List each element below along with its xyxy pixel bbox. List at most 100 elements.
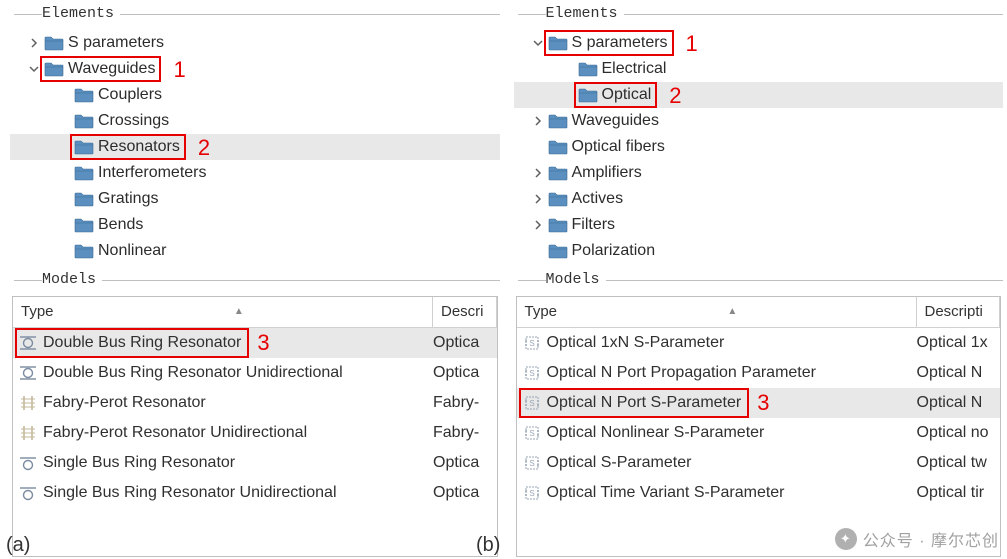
column-description[interactable]: Descripti: [917, 297, 1001, 327]
expander-placeholder: [56, 165, 72, 181]
ring-double-icon: [17, 362, 39, 384]
table-row[interactable]: Single Bus Ring ResonatorOptica: [13, 448, 497, 478]
ring-single-icon: [17, 482, 39, 504]
sort-indicator-icon: ▲: [234, 297, 244, 327]
table-row[interactable]: Double Bus Ring ResonatorOptica: [13, 328, 497, 358]
tree-item-label: Polarization: [570, 238, 656, 264]
row-type-label: Single Bus Ring Resonator Unidirectional: [43, 478, 337, 508]
tree-item-label: Waveguides: [66, 56, 155, 82]
folder-icon: [548, 242, 570, 260]
folder-icon: [578, 60, 600, 78]
tree-item[interactable]: Filters: [514, 212, 1004, 238]
tree-item-label: Crossings: [96, 108, 169, 134]
models-section: Type ▲ Descri Double Bus Ring ResonatorO…: [4, 292, 500, 559]
expander-closed-icon[interactable]: [530, 217, 546, 233]
tree-item-label: Filters: [570, 212, 616, 238]
tree-item[interactable]: Electrical: [514, 56, 1004, 82]
tree-item[interactable]: S parameters: [10, 30, 500, 56]
table-row[interactable]: S Optical 1xN S-ParameterOptical 1x: [517, 328, 1001, 358]
tree-item[interactable]: Optical: [514, 82, 1004, 108]
tree-item[interactable]: Nonlinear: [10, 238, 500, 264]
expander-closed-icon[interactable]: [530, 165, 546, 181]
expander-placeholder: [56, 87, 72, 103]
table-row[interactable]: S Optical Time Variant S-Parameter Optica…: [517, 478, 1001, 508]
elements-section-header: Elements: [508, 4, 1004, 24]
tree-item[interactable]: Couplers: [10, 82, 500, 108]
row-desc-label: Optical N: [917, 358, 1001, 388]
folder-icon: [578, 86, 600, 104]
row-type-label: Optical Time Variant S-Parameter: [547, 478, 785, 508]
row-desc-label: Optica: [433, 448, 497, 478]
column-type[interactable]: Type ▲: [13, 297, 433, 327]
elements-tree[interactable]: S parameters Waveguides Couplers Crossin…: [4, 24, 500, 270]
sparam-icon: S: [521, 452, 543, 474]
models-table-body[interactable]: S Optical 1xN S-ParameterOptical 1x S Op…: [517, 328, 1001, 556]
expander-closed-icon[interactable]: [26, 35, 42, 51]
table-row[interactable]: Fabry-Perot ResonatorFabry-: [13, 388, 497, 418]
expander-placeholder: [560, 61, 576, 77]
tree-item-label: Actives: [570, 186, 624, 212]
expander-open-icon[interactable]: [530, 35, 546, 51]
expander-placeholder: [56, 243, 72, 259]
svg-text:S: S: [529, 459, 534, 468]
tree-item-label: Optical fibers: [570, 134, 665, 160]
tree-item[interactable]: Crossings: [10, 108, 500, 134]
table-row[interactable]: S Optical N Port S-ParameterOptical N: [517, 388, 1001, 418]
tree-item[interactable]: Actives: [514, 186, 1004, 212]
expander-open-icon[interactable]: [26, 61, 42, 77]
tree-item[interactable]: Waveguides: [514, 108, 1004, 134]
tree-item-label: Waveguides: [570, 108, 659, 134]
folder-icon: [44, 60, 66, 78]
sparam-icon: S: [521, 482, 543, 504]
tree-item[interactable]: Optical fibers: [514, 134, 1004, 160]
folder-icon: [74, 216, 96, 234]
tree-item-label: Nonlinear: [96, 238, 166, 264]
figure-label-b: (b): [476, 534, 500, 557]
folder-icon: [548, 112, 570, 130]
tree-item-label: Resonators: [96, 134, 180, 160]
tree-item[interactable]: Amplifiers: [514, 160, 1004, 186]
row-type-label: Optical Nonlinear S-Parameter: [547, 418, 765, 448]
table-row[interactable]: S Optical N Port Propagation ParameterOp…: [517, 358, 1001, 388]
tree-item-label: Bends: [96, 212, 143, 238]
svg-text:S: S: [529, 339, 534, 348]
tree-item[interactable]: Waveguides: [10, 56, 500, 82]
tree-item[interactable]: Bends: [10, 212, 500, 238]
folder-icon: [74, 112, 96, 130]
sparam-icon: S: [521, 422, 543, 444]
expander-closed-icon[interactable]: [530, 191, 546, 207]
row-desc-label: Optica: [433, 358, 497, 388]
table-row[interactable]: Single Bus Ring Resonator Unidirectional…: [13, 478, 497, 508]
wechat-icon: ✦: [835, 528, 857, 550]
tree-item-label: Electrical: [600, 56, 667, 82]
row-desc-label: Optica: [433, 478, 497, 508]
tree-item-label: Gratings: [96, 186, 158, 212]
row-type-label: Double Bus Ring Resonator Unidirectional: [43, 358, 343, 388]
table-row[interactable]: Fabry-Perot Resonator UnidirectionalFabr…: [13, 418, 497, 448]
models-table-body[interactable]: Double Bus Ring ResonatorOptica Double B…: [13, 328, 497, 556]
tree-item[interactable]: Gratings: [10, 186, 500, 212]
watermark: ✦ 公众号 · 摩尔芯创: [835, 527, 999, 551]
models-section-header: Models: [508, 270, 1004, 290]
elements-tree[interactable]: S parameters Electrical Optical Waveguid…: [508, 24, 1004, 270]
row-desc-label: Optical tir: [917, 478, 1001, 508]
ring-double-icon: [17, 332, 39, 354]
elements-section-header: Elements: [4, 4, 500, 24]
folder-icon: [548, 190, 570, 208]
fabry-icon: [17, 422, 39, 444]
table-row[interactable]: Double Bus Ring Resonator Unidirectional…: [13, 358, 497, 388]
tree-item[interactable]: Resonators: [10, 134, 500, 160]
row-type-label: Fabry-Perot Resonator: [43, 388, 206, 418]
sparam-icon: S: [521, 362, 543, 384]
column-type[interactable]: Type ▲: [517, 297, 917, 327]
row-type-label: Double Bus Ring Resonator: [43, 328, 241, 358]
tree-item[interactable]: Interferometers: [10, 160, 500, 186]
tree-item[interactable]: Polarization: [514, 238, 1004, 264]
svg-text:S: S: [529, 369, 534, 378]
table-row[interactable]: S Optical Nonlinear S-ParameterOptical n…: [517, 418, 1001, 448]
tree-item[interactable]: S parameters: [514, 30, 1004, 56]
tree-item-label: Couplers: [96, 82, 162, 108]
column-description[interactable]: Descri: [433, 297, 497, 327]
expander-closed-icon[interactable]: [530, 113, 546, 129]
table-row[interactable]: S Optical S-ParameterOptical tw: [517, 448, 1001, 478]
